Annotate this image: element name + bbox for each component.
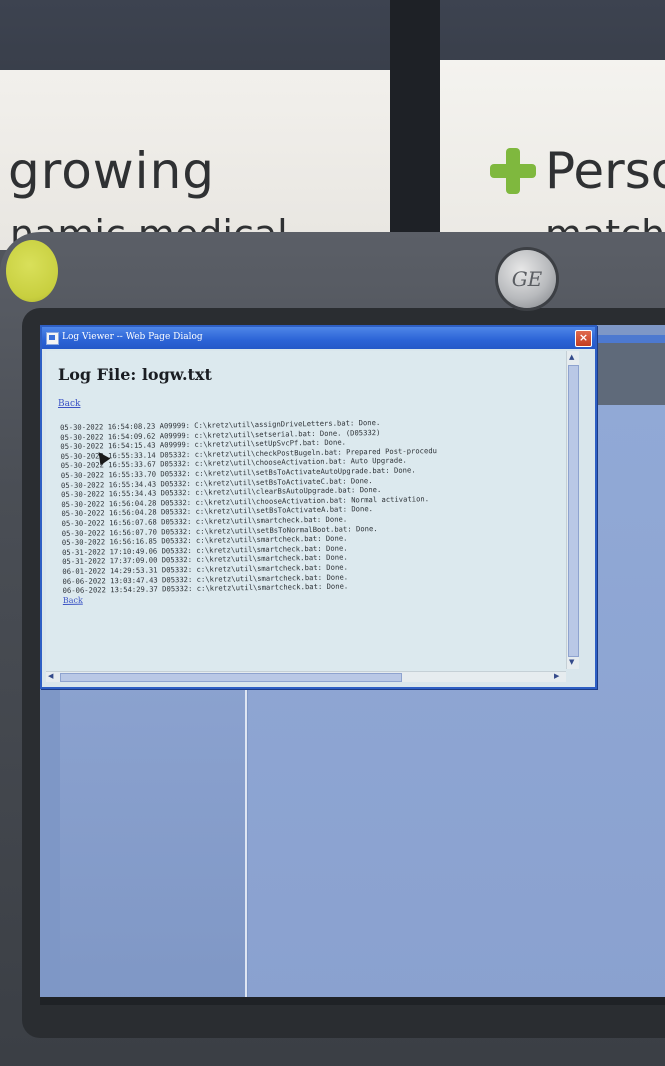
log-list: 05-30-2022 16:54:08.23 A09999: C:\kretz\… [60,415,566,606]
scroll-down-arrow-icon[interactable]: ▼ [569,658,574,666]
app-left-pane [60,685,247,1005]
dialog-title: Log Viewer -- Web Page Dialog [62,332,203,342]
scroll-right-arrow-icon[interactable]: ▶ [554,672,559,680]
dialog-content: Log File: logw.txt Back 05-30-2022 16:54… [46,351,566,671]
dialog-titlebar[interactable]: Log Viewer -- Web Page Dialog × [42,327,595,349]
banner-gap [390,0,440,250]
screen-bottom-edge [40,997,665,1005]
log-viewer-dialog: Log Viewer -- Web Page Dialog × Log File… [40,325,597,689]
sticker-icon [6,240,58,302]
vertical-scroll-thumb[interactable] [568,365,579,657]
scroll-up-arrow-icon[interactable]: ▲ [569,353,574,361]
back-link-top[interactable]: Back [58,399,80,409]
ge-logo-icon: GE [498,250,556,308]
page-title: Log File: logw.txt [58,365,212,384]
vertical-scrollbar[interactable]: ▲ ▼ [566,351,579,669]
photo-scene: growing namic medical Perso match GE Log… [0,0,665,1066]
banner-right-word: Perso [545,142,665,200]
horizontal-scrollbar[interactable]: ◀ ▶ [46,671,566,682]
logo-text: GE [511,267,543,291]
horizontal-scroll-thumb[interactable] [60,673,402,682]
banner-left-word: growing [8,142,215,200]
plus-icon [490,148,536,194]
scroll-left-arrow-icon[interactable]: ◀ [48,672,53,680]
close-button[interactable]: × [575,330,592,347]
window-icon [46,332,59,345]
